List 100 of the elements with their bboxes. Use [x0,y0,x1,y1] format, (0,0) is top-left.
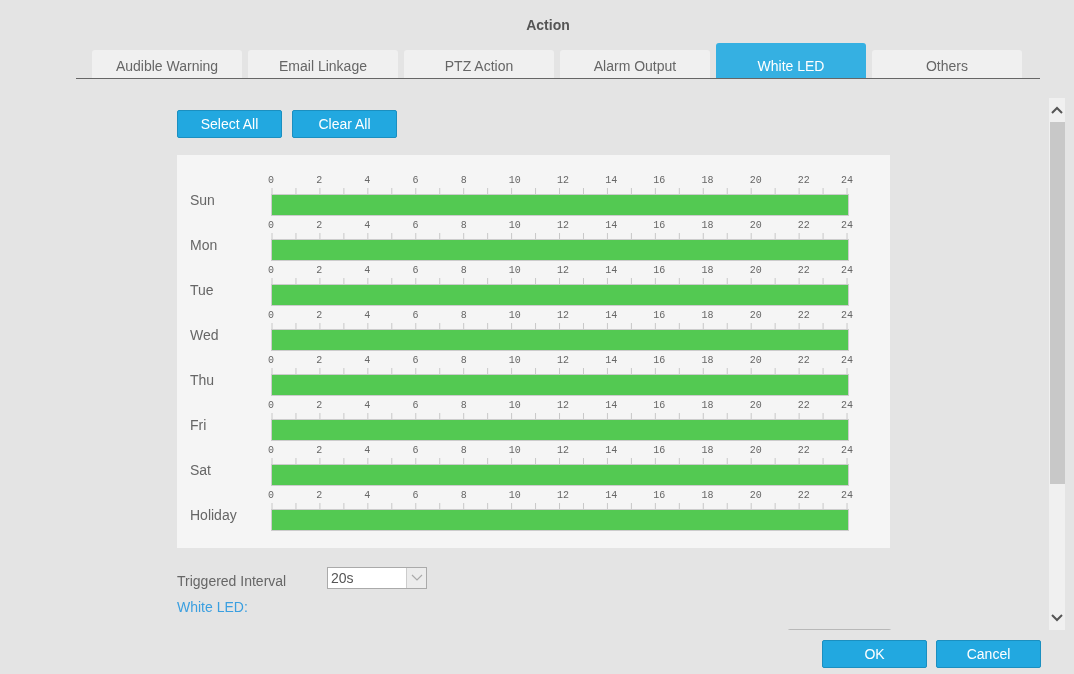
hour-label: 2 [316,445,323,457]
hour-label: 8 [460,355,467,367]
hour-label: 16 [653,400,666,412]
day-label: Tue [190,282,215,300]
hour-label: 10 [508,310,521,322]
hour-label: 10 [508,445,521,457]
hour-label: 18 [701,400,714,412]
hour-label: 22 [797,220,810,232]
schedule-button[interactable]: Select All [177,110,282,138]
hour-label: 24 [841,175,853,187]
hour-label: 24 [841,355,853,367]
hour-label: 24 [841,265,853,277]
hour-label: 20 [749,355,762,367]
hour-label: 6 [412,490,419,502]
hour-label: 8 [460,220,467,232]
hour-label: 4 [364,175,371,187]
hour-label: 2 [316,175,323,187]
hour-label: 10 [508,220,521,232]
hour-label: 10 [508,175,521,187]
hour-label: 6 [412,220,419,232]
hour-label: 12 [557,355,569,367]
hour-label: 20 [749,490,762,502]
hour-label: 12 [557,490,569,502]
schedule-button[interactable]: Clear All [292,110,397,138]
hour-label: 12 [557,310,569,322]
hour-label: 20 [749,265,762,277]
hour-label: 4 [364,490,371,502]
hour-label: 22 [797,310,810,322]
hour-label: 8 [460,265,467,277]
hour-label: 8 [460,175,467,187]
hour-label: 16 [653,490,666,502]
hour-label: 0 [268,175,274,187]
day-label: Sun [190,192,216,210]
hour-label: 4 [364,400,371,412]
day-label: Sat [190,462,212,480]
hour-label: 4 [364,310,371,322]
hour-label: 14 [605,265,618,277]
hour-label: 16 [653,310,666,322]
hour-label: 10 [508,265,521,277]
hour-label: 0 [268,400,274,412]
hour-label: 24 [841,490,853,502]
hour-label: 24 [841,310,853,322]
hour-label: 22 [797,490,810,502]
hour-label: 14 [605,175,618,187]
hour-label: 10 [508,355,521,367]
hour-label: 12 [557,445,569,457]
tab[interactable]: Email Linkage [248,50,398,78]
hour-label: 22 [797,355,810,367]
hour-label: 24 [841,220,853,232]
hour-label: 10 [508,490,521,502]
hour-label: 14 [605,355,618,367]
hour-label: 14 [605,220,618,232]
tab[interactable]: Others [872,50,1022,78]
hour-label: 22 [797,175,810,187]
hour-label: 6 [412,265,419,277]
interval-select[interactable]: 20s [327,567,427,589]
hour-label: 4 [364,445,371,457]
hour-label: 6 [412,175,419,187]
tab[interactable]: Alarm Output [560,50,710,78]
dialog-button[interactable]: OK [822,640,927,668]
hour-label: 4 [364,265,371,277]
scrollbar[interactable] [1049,98,1065,630]
hour-label: 2 [316,310,323,322]
day-label: Wed [190,327,220,345]
hour-label: 6 [412,355,419,367]
hour-label: 20 [749,220,762,232]
hour-label: 0 [268,445,274,457]
hour-label: 6 [412,400,419,412]
hour-label: 20 [749,175,762,187]
hour-label: 16 [653,265,666,277]
hour-label: 18 [701,265,714,277]
hour-label: 16 [653,355,666,367]
hour-label: 0 [268,490,274,502]
hour-label: 8 [460,445,467,457]
hour-label: 18 [701,310,714,322]
hour-label: 18 [701,175,714,187]
hour-label: 22 [797,400,810,412]
tab[interactable]: PTZ Action [404,50,554,78]
hour-label: 10 [508,400,521,412]
hour-label: 4 [364,220,371,232]
hour-label: 22 [797,265,810,277]
hour-label: 20 [749,445,762,457]
dialog-button[interactable]: Cancel [936,640,1041,668]
hour-label: 16 [653,175,666,187]
hour-label: 4 [364,355,371,367]
hour-label: 0 [268,310,274,322]
hour-label: 8 [460,490,467,502]
hour-label: 2 [316,490,323,502]
chevron-up-icon[interactable] [1051,106,1063,114]
hour-label: 20 [749,310,762,322]
hour-label: 18 [701,445,714,457]
hour-label: 2 [316,355,323,367]
hour-label: 8 [460,310,467,322]
chevron-down-icon[interactable] [1051,614,1063,622]
hour-label: 2 [316,265,323,277]
scrollbar-thumb[interactable] [1049,122,1065,484]
hour-label: 18 [701,355,714,367]
hour-label: 20 [749,400,762,412]
hour-label: 0 [268,220,274,232]
tab[interactable]: Audible Warning [92,50,242,78]
